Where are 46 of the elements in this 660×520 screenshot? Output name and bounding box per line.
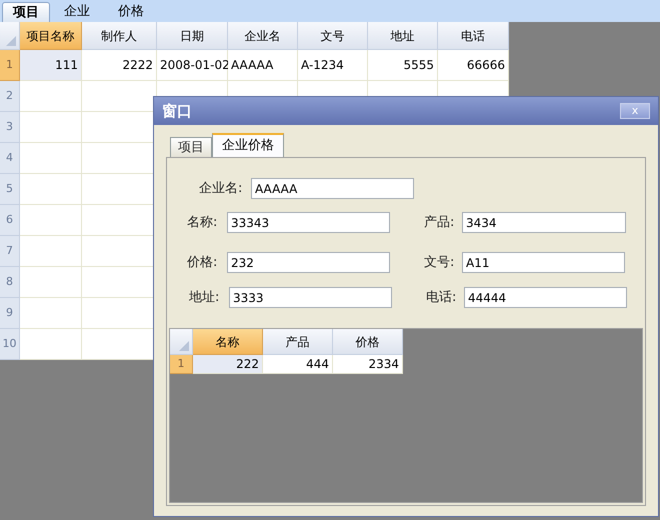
field-label: 文号: xyxy=(424,254,456,272)
tab[interactable]: 企业价格 xyxy=(212,133,284,157)
column-header[interactable]: 文号 xyxy=(298,22,368,50)
table-cell: 2334 xyxy=(333,355,403,374)
table-cell: 2008-01-02 xyxy=(157,50,228,81)
tab[interactable]: 价格 xyxy=(104,2,158,22)
corner-cell[interactable] xyxy=(170,329,193,355)
column-header[interactable]: 日期 xyxy=(157,22,228,50)
tab[interactable]: 企业 xyxy=(50,2,104,22)
table-cell: 66666 xyxy=(438,50,509,81)
field-label: 地址: xyxy=(189,288,220,307)
column-header[interactable]: 地址 xyxy=(368,22,438,50)
field-label: 产品: xyxy=(424,214,456,232)
input-field[interactable]: 3333 xyxy=(229,287,392,308)
row-header[interactable]: 1 xyxy=(0,50,20,81)
row-header[interactable]: 1 xyxy=(170,355,193,374)
select-all-icon xyxy=(6,36,16,46)
input-field[interactable]: A11 xyxy=(462,252,625,273)
table-cell: AAAAA xyxy=(228,50,298,81)
column-header[interactable]: 企业名 xyxy=(228,22,298,50)
table-cell: 222 xyxy=(193,355,263,374)
input-field[interactable]: AAAAA xyxy=(251,178,414,199)
window-title: 窗口 xyxy=(162,100,192,122)
input-field[interactable]: 3434 xyxy=(462,212,626,233)
column-header[interactable]: 电话 xyxy=(438,22,509,50)
table-cell: 111 xyxy=(20,50,82,81)
field-label: 企业名: xyxy=(199,180,244,198)
table-cell: 2222 xyxy=(82,50,157,81)
column-header[interactable]: 项目名称 xyxy=(20,22,82,50)
tab[interactable]: 项目 xyxy=(2,2,50,22)
field-label: 电话: xyxy=(426,288,458,307)
column-header[interactable]: 产品 xyxy=(263,329,333,355)
column-header[interactable]: 制作人 xyxy=(82,22,157,50)
input-field[interactable]: 44444 xyxy=(464,287,627,308)
field-label: 价格: xyxy=(187,254,218,272)
input-field[interactable]: 232 xyxy=(227,252,390,273)
table-cell: 5555 xyxy=(368,50,438,81)
field-label: 名称: xyxy=(187,214,218,232)
input-field[interactable]: 33343 xyxy=(227,212,390,233)
corner-cell[interactable] xyxy=(0,22,20,50)
column-header[interactable]: 价格 xyxy=(333,329,403,355)
table-cell: A-1234 xyxy=(298,50,368,81)
tab[interactable]: 项目 xyxy=(170,137,212,157)
table-cell: 444 xyxy=(263,355,333,374)
column-header[interactable]: 名称 xyxy=(193,329,263,355)
select-all-icon xyxy=(179,341,189,351)
